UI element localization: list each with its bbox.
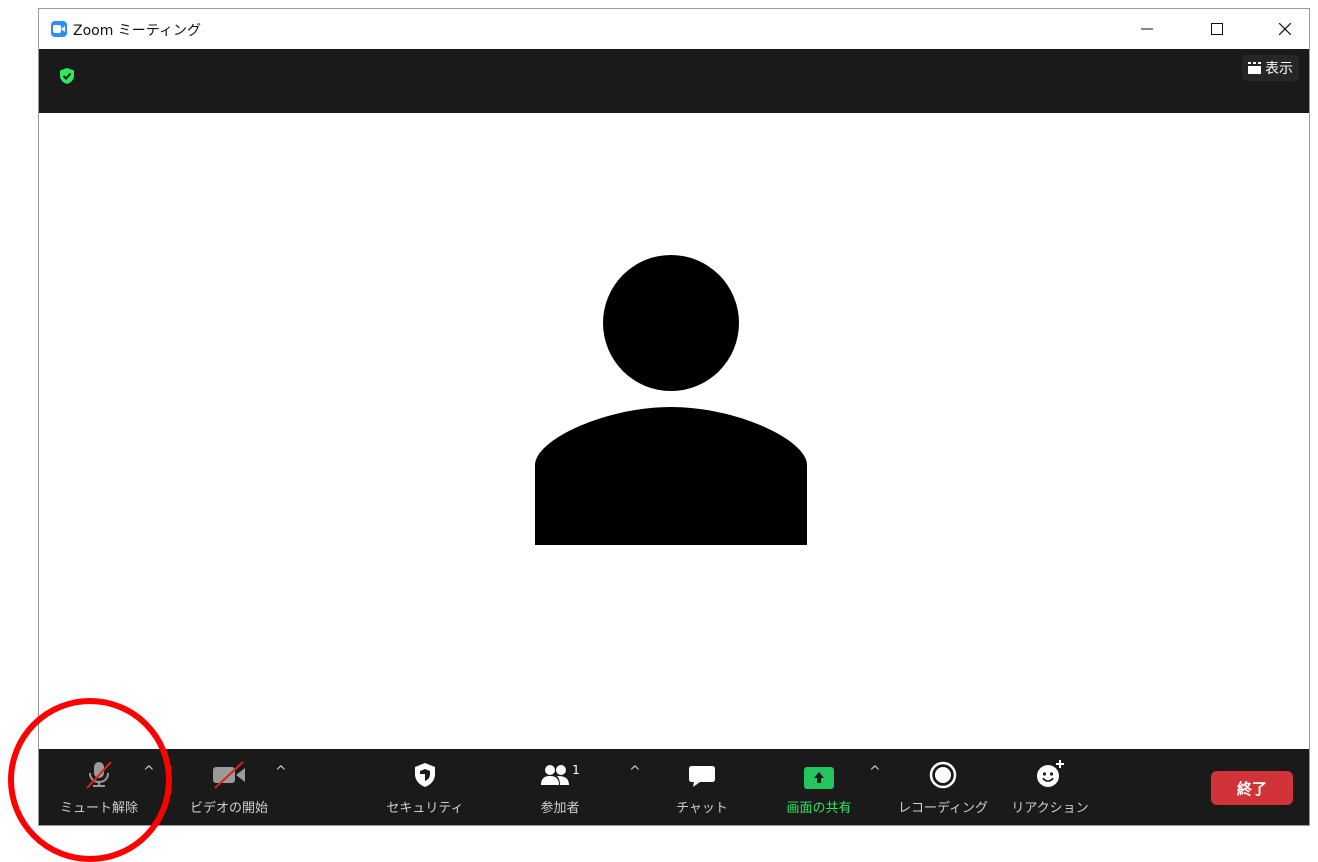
end-meeting-button[interactable]: 終了 <box>1211 771 1293 805</box>
view-label: 表示 <box>1265 61 1293 77</box>
start-video-button[interactable]: ビデオの開始 <box>179 749 279 825</box>
chat-button[interactable]: チャット <box>667 749 737 825</box>
zoom-meeting-window: Zoom ミーティング 表示 ミュート解除 ^ ビデオの開始 ^ セキュリティ … <box>38 8 1310 826</box>
annotation-circle <box>8 698 172 862</box>
shield-check-icon[interactable] <box>59 67 75 89</box>
recording-label: レコーディング <box>897 801 989 816</box>
view-button[interactable]: 表示 <box>1242 55 1299 81</box>
share-screen-icon <box>804 767 834 789</box>
shield-icon <box>415 763 435 787</box>
record-icon <box>929 761 957 789</box>
close-icon <box>1279 23 1291 35</box>
security-button[interactable]: セキュリティ <box>377 749 473 825</box>
minimize-button[interactable] <box>1127 15 1167 43</box>
participants-label: 参加者 <box>540 801 580 816</box>
start-video-label: ビデオの開始 <box>189 801 268 816</box>
meeting-top-bar: 表示 <box>39 49 1309 113</box>
reactions-button[interactable]: リアクション <box>1005 749 1095 825</box>
video-area <box>45 113 1303 749</box>
maximize-icon <box>1211 23 1223 35</box>
video-options-chevron-up-icon[interactable]: ^ <box>275 765 287 779</box>
share-options-chevron-up-icon[interactable]: ^ <box>869 765 881 779</box>
share-screen-button[interactable]: 画面の共有 <box>775 749 863 825</box>
participant-count: 1 <box>572 763 580 777</box>
person-silhouette-icon <box>535 255 807 545</box>
close-button[interactable] <box>1265 15 1305 43</box>
window-title: Zoom ミーティング <box>73 23 201 39</box>
share-screen-label: 画面の共有 <box>786 801 852 816</box>
meeting-toolbar: ミュート解除 ^ ビデオの開始 ^ セキュリティ 1 参加者 ^ チャット 画面… <box>39 749 1309 825</box>
reactions-label: リアクション <box>1011 801 1089 816</box>
participants-button[interactable]: 1 参加者 <box>525 749 595 825</box>
minimize-icon <box>1141 28 1153 30</box>
security-label: セキュリティ <box>386 801 464 816</box>
maximize-button[interactable] <box>1197 15 1237 43</box>
video-off-icon <box>213 761 245 789</box>
participants-options-chevron-up-icon[interactable]: ^ <box>629 765 641 779</box>
title-bar: Zoom ミーティング <box>39 9 1309 49</box>
recording-button[interactable]: レコーディング <box>893 749 993 825</box>
grid-icon <box>1248 62 1261 74</box>
chat-label: チャット <box>676 801 728 816</box>
participants-icon <box>541 765 570 785</box>
chat-bubble-icon <box>689 766 715 787</box>
zoom-app-icon <box>51 21 67 37</box>
reaction-icon <box>1037 760 1064 787</box>
